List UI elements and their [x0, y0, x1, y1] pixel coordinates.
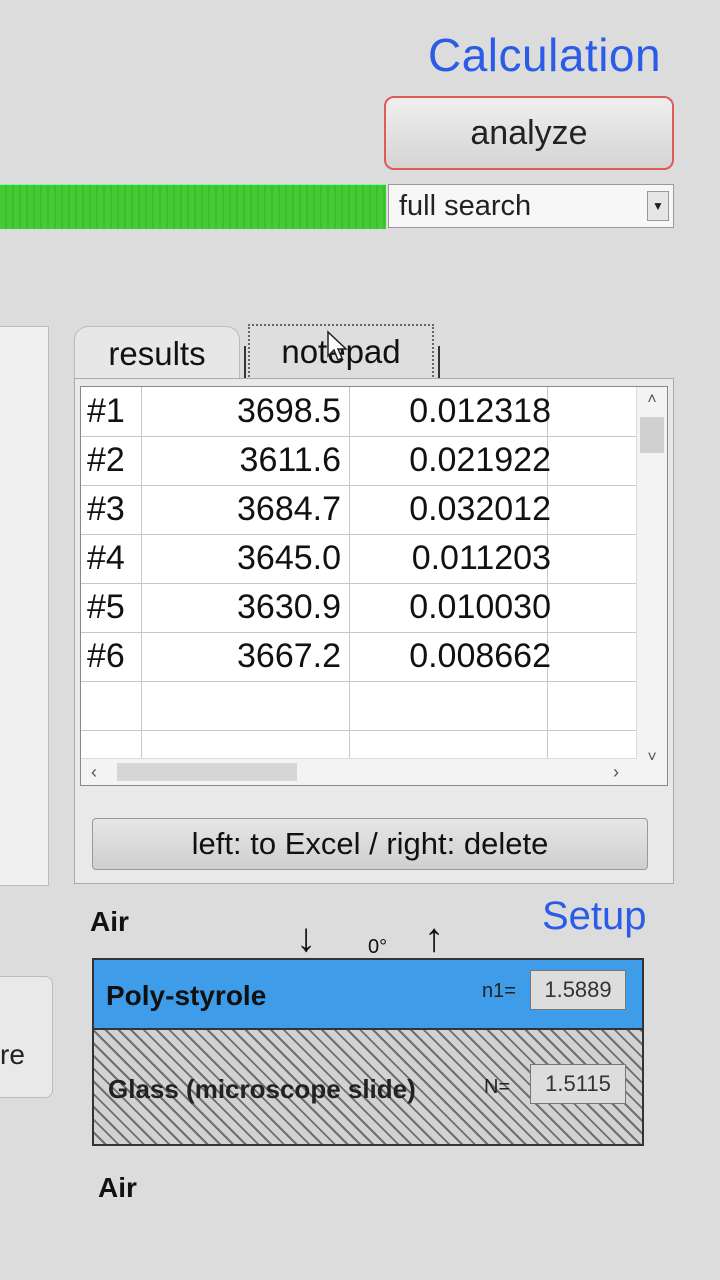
table-row[interactable]: #6 3667.2 0.008662 — [81, 632, 637, 682]
refractive-index-label: N= — [484, 1076, 511, 1098]
table-row[interactable]: #1 3698.5 0.012318 — [81, 387, 637, 437]
row-id: #3 — [87, 490, 125, 528]
analyze-button[interactable]: analyze — [384, 96, 674, 170]
chevron-down-icon[interactable]: ▼ — [647, 191, 669, 221]
tab-results[interactable]: results — [74, 326, 240, 380]
left-panel — [0, 326, 49, 886]
row-id: #4 — [87, 539, 125, 577]
row-error: 0.008662 — [409, 637, 551, 675]
table-row[interactable]: #3 3684.7 0.032012 — [81, 485, 637, 535]
layer-stack: Poly-styrole n1= 1.5889 Glass (microscop… — [92, 958, 644, 1146]
table-row[interactable]: #5 3630.9 0.010030 — [81, 583, 637, 633]
mouse-cursor-icon — [327, 330, 348, 362]
row-error: 0.010030 — [409, 588, 551, 626]
layer-polystyrole[interactable]: Poly-styrole n1= 1.5889 — [94, 960, 642, 1030]
vertical-scrollbar[interactable]: ˄ ˅ — [636, 387, 667, 785]
export-delete-button[interactable]: left: to Excel / right: delete — [92, 818, 648, 870]
row-value: 3698.5 — [237, 392, 341, 430]
search-mode-select[interactable]: full search ▼ — [388, 184, 674, 228]
arrow-up-icon: ↑ — [424, 916, 444, 960]
row-error: 0.012318 — [409, 392, 551, 430]
row-value: 3611.6 — [239, 441, 341, 479]
chevron-right-icon[interactable]: › — [613, 759, 619, 785]
tab-divider — [438, 346, 440, 378]
incidence-angle: 0° — [368, 936, 388, 958]
table-row[interactable]: #2 3611.6 0.021922 — [81, 436, 637, 486]
chevron-down-icon[interactable]: ˅ — [637, 749, 667, 767]
row-error: 0.021922 — [409, 441, 551, 479]
tab-divider — [244, 346, 246, 378]
left-button-partial[interactable]: re — [0, 976, 53, 1098]
top-medium-label: Air — [90, 906, 129, 937]
row-id: #6 — [87, 637, 125, 675]
row-value: 3667.2 — [237, 637, 341, 675]
setup-title: Setup — [542, 894, 647, 938]
bottom-medium-label: Air — [98, 1172, 137, 1203]
search-mode-value: full search — [399, 190, 532, 222]
chevron-up-icon[interactable]: ˄ — [637, 391, 667, 409]
row-value: 3630.9 — [237, 588, 341, 626]
table-row-empty[interactable] — [81, 681, 637, 731]
row-id: #5 — [87, 588, 125, 626]
calculation-title: Calculation — [428, 29, 662, 81]
row-value: 3645.0 — [237, 539, 341, 577]
row-value: 3684.7 — [237, 490, 341, 528]
layer-name: Glass (microscope slide) — [108, 1074, 416, 1104]
chevron-left-icon[interactable]: ‹ — [91, 759, 97, 785]
table-row[interactable]: #4 3645.0 0.011203 — [81, 534, 637, 584]
left-button-label: re — [0, 1039, 25, 1070]
scrollbar-thumb[interactable] — [117, 763, 297, 781]
layer-name: Poly-styrole — [106, 980, 267, 1011]
results-table[interactable]: #1 3698.5 0.012318 #2 3611.6 0.021922 #3… — [80, 386, 668, 786]
progress-bar — [0, 184, 386, 229]
row-error: 0.011203 — [411, 539, 551, 577]
row-id: #1 — [87, 392, 125, 430]
refractive-index-label: n1= — [482, 980, 516, 1002]
scrollbar-thumb[interactable] — [640, 417, 664, 453]
row-id: #2 — [87, 441, 125, 479]
arrow-down-icon: ↓ — [296, 916, 316, 960]
layer-substrate[interactable]: Glass (microscope slide) N= 1.5115 — [94, 1030, 642, 1144]
refractive-index-input[interactable]: 1.5115 — [530, 1064, 626, 1104]
row-error: 0.032012 — [409, 490, 551, 528]
horizontal-scrollbar[interactable]: ‹ › — [81, 758, 637, 785]
refractive-index-input[interactable]: 1.5889 — [530, 970, 626, 1010]
